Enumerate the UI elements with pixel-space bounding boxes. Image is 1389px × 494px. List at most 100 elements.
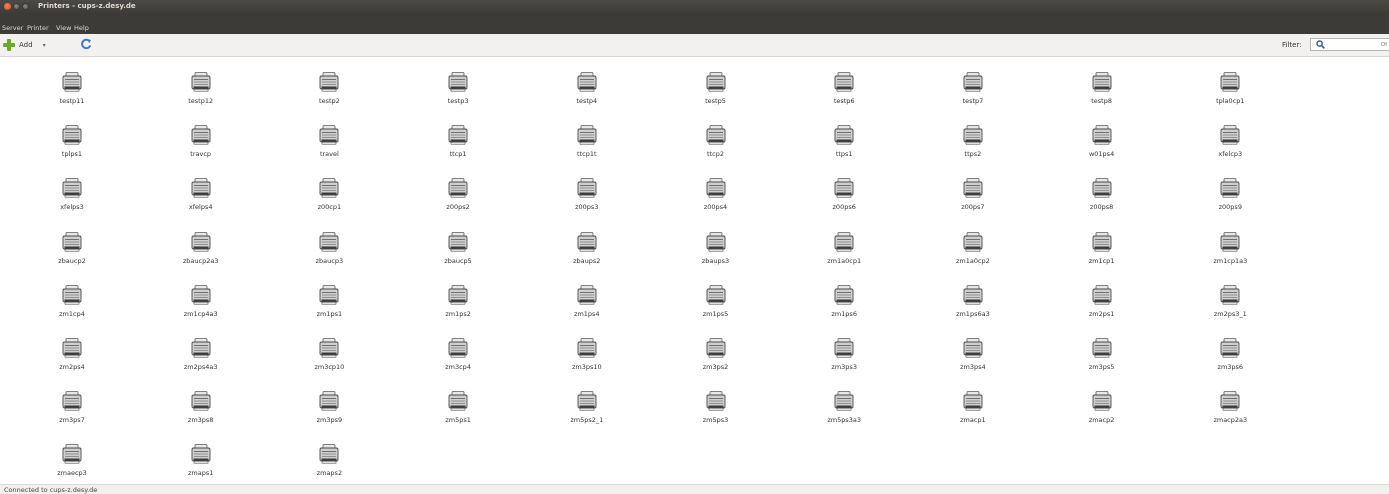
- printer-item[interactable]: tplps1: [32, 110, 112, 158]
- window-title: Printers - cups-z.desy.de: [38, 2, 136, 10]
- printer-item[interactable]: zmacp2: [1062, 376, 1142, 424]
- chevron-down-icon[interactable]: ▾: [43, 42, 46, 49]
- printer-item[interactable]: travel: [289, 110, 369, 158]
- printer-item[interactable]: zbaucp2a3: [161, 217, 241, 265]
- printer-item[interactable]: z00ps2: [418, 163, 498, 211]
- printer-item[interactable]: zm1cp1: [1062, 217, 1142, 265]
- printer-item[interactable]: zm1ps6a3: [933, 270, 1013, 318]
- printer-name: zm3ps7: [59, 416, 85, 425]
- printer-item[interactable]: xfelcp3: [1190, 110, 1270, 158]
- printer-icon: [834, 231, 854, 252]
- printer-item[interactable]: z00ps6: [804, 163, 884, 211]
- printer-item[interactable]: zm1ps6: [804, 270, 884, 318]
- printer-item[interactable]: zm3ps4: [933, 323, 1013, 371]
- minimize-window-button[interactable]: [13, 3, 20, 10]
- printer-item[interactable]: testp12: [161, 57, 241, 105]
- printer-item[interactable]: zmaecp3: [32, 429, 112, 477]
- menu-printer[interactable]: Printer: [27, 24, 49, 32]
- printer-item[interactable]: zmacp2a3: [1190, 376, 1270, 424]
- printer-item[interactable]: testp6: [804, 57, 884, 105]
- window-controls: [4, 3, 29, 10]
- printer-icon: [448, 284, 468, 305]
- printer-item[interactable]: zm3ps2: [676, 323, 756, 371]
- printer-name: z00ps8: [1089, 203, 1114, 212]
- printer-item[interactable]: zm1cp1a3: [1190, 217, 1270, 265]
- printer-item[interactable]: zm1ps2: [418, 270, 498, 318]
- printer-item[interactable]: zm1ps1: [289, 270, 369, 318]
- menu-help[interactable]: Help: [74, 24, 89, 32]
- printer-item[interactable]: zm1ps4: [547, 270, 627, 318]
- printer-name: zm3ps4: [960, 363, 986, 371]
- printer-name: testp12: [188, 97, 214, 105]
- printer-item[interactable]: zm5ps1: [418, 376, 498, 424]
- printer-item[interactable]: zm3ps5: [1062, 323, 1142, 371]
- printer-item[interactable]: zm3ps9: [289, 376, 369, 424]
- printer-item[interactable]: testp8: [1062, 57, 1142, 105]
- printer-item[interactable]: testp3: [418, 57, 498, 105]
- close-window-button[interactable]: [4, 3, 11, 10]
- printer-item[interactable]: zmacp1: [933, 376, 1013, 424]
- printer-item[interactable]: zm2ps3_1: [1190, 270, 1270, 318]
- printer-item[interactable]: zm3ps6: [1190, 323, 1270, 371]
- printer-item[interactable]: zm1a0cp1: [804, 217, 884, 265]
- printer-item[interactable]: zm2ps1: [1062, 270, 1142, 318]
- printer-item[interactable]: zmaps1: [161, 429, 241, 477]
- printer-icon: [706, 284, 725, 305]
- printer-item[interactable]: zm3ps3: [804, 323, 884, 371]
- printer-item[interactable]: xfelps4: [161, 163, 241, 211]
- printer-item[interactable]: z00ps7: [933, 163, 1013, 211]
- printer-item[interactable]: zm1cp4a3: [161, 270, 241, 318]
- printer-item[interactable]: zm5ps3: [676, 376, 756, 424]
- refresh-icon[interactable]: [80, 38, 92, 50]
- printer-item[interactable]: ttcp1: [418, 110, 498, 158]
- printer-item[interactable]: zm3ps7: [32, 376, 112, 424]
- printer-item[interactable]: zm3ps10: [547, 323, 627, 371]
- printer-item[interactable]: z00ps3: [547, 163, 627, 211]
- printer-item[interactable]: testp7: [933, 57, 1013, 105]
- printer-icon: [62, 338, 82, 358]
- printer-icon: [191, 444, 211, 464]
- printer-item[interactable]: xfelps3: [32, 163, 112, 211]
- printer-item[interactable]: ttcp1t: [547, 110, 627, 158]
- printer-name: zm1a0cp1: [827, 256, 862, 265]
- printer-icon: [448, 72, 468, 92]
- printer-item[interactable]: z00ps9: [1190, 163, 1270, 211]
- printer-item[interactable]: zbaucp5: [418, 217, 498, 265]
- printer-item[interactable]: testp2: [289, 57, 369, 105]
- printer-item[interactable]: zm3cp4: [418, 323, 498, 371]
- printer-item[interactable]: z00ps8: [1062, 163, 1142, 211]
- printer-item[interactable]: zbaups2: [547, 217, 627, 265]
- printer-name: zm3ps10: [571, 363, 602, 371]
- printer-item[interactable]: zmaps2: [289, 429, 369, 477]
- printer-item[interactable]: testp11: [32, 57, 112, 105]
- printer-item[interactable]: ttps1: [804, 110, 884, 158]
- printer-item[interactable]: zbaucp2: [32, 217, 112, 265]
- printer-item[interactable]: zbaups3: [676, 217, 756, 265]
- printer-icon: [1220, 125, 1240, 145]
- printer-item[interactable]: ttps2: [933, 110, 1013, 158]
- printer-item[interactable]: zm2ps4a3: [161, 323, 241, 371]
- printer-item[interactable]: z00cp1: [289, 163, 369, 211]
- printer-item[interactable]: zm5ps3a3: [804, 376, 884, 424]
- filter-input[interactable]: [1327, 40, 1387, 49]
- add-printer-button[interactable]: Add ▾: [3, 39, 46, 51]
- menu-server[interactable]: Server: [2, 24, 23, 32]
- maximize-window-button[interactable]: [22, 3, 29, 10]
- printer-item[interactable]: zm1cp4: [32, 270, 112, 318]
- filter-field[interactable]: [1310, 38, 1389, 51]
- printer-item[interactable]: testp5: [676, 57, 756, 105]
- menu-view[interactable]: View: [56, 24, 71, 32]
- printer-item[interactable]: zbaucp3: [289, 217, 369, 265]
- printer-item[interactable]: z00ps4: [676, 163, 756, 211]
- printer-item[interactable]: ttcp2: [676, 110, 756, 158]
- printer-item[interactable]: testp4: [547, 57, 627, 105]
- printer-item[interactable]: zm5ps2_1: [547, 376, 627, 424]
- printer-item[interactable]: zm3cp10: [289, 323, 369, 371]
- printer-item[interactable]: zm1ps5: [676, 270, 756, 318]
- printer-item[interactable]: zm1a0cp2: [933, 217, 1013, 265]
- printer-item[interactable]: zm2ps4: [32, 323, 112, 371]
- printer-item[interactable]: zm3ps8: [161, 376, 241, 424]
- printer-item[interactable]: w01ps4: [1062, 110, 1142, 158]
- printer-item[interactable]: tpla0cp1: [1190, 57, 1270, 105]
- printer-item[interactable]: travcp: [161, 110, 241, 158]
